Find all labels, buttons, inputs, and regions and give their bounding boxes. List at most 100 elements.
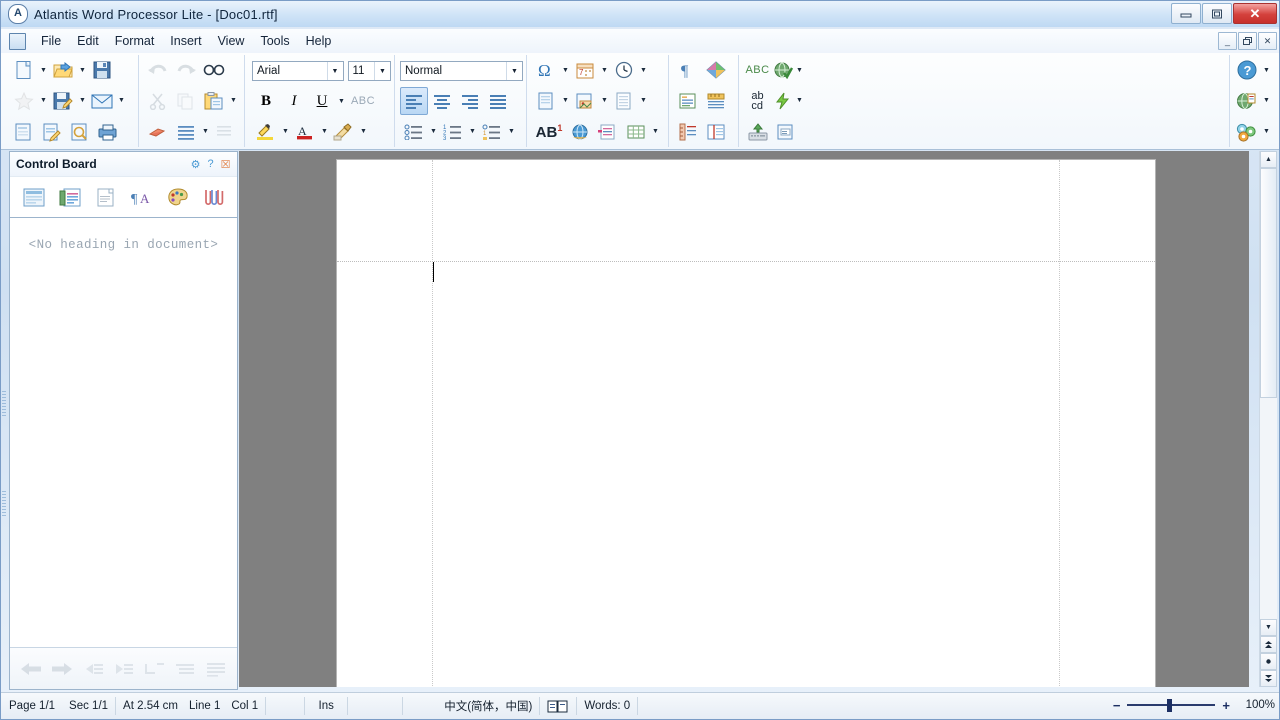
cb-tab-palette[interactable]: [165, 184, 191, 210]
numbered-list-button[interactable]: 123: [439, 118, 467, 146]
menu-item-insert[interactable]: Insert: [162, 31, 209, 51]
translate-dropdown[interactable]: ▼: [795, 57, 804, 83]
color-scheme-button[interactable]: [702, 56, 730, 84]
insert-symbol-dropdown[interactable]: ▼: [560, 57, 571, 83]
strikethrough-button[interactable]: ABC: [347, 87, 379, 115]
document-properties-button[interactable]: [772, 118, 800, 146]
redo-button[interactable]: [172, 56, 200, 84]
cb-tab-styles[interactable]: ¶A: [129, 184, 155, 210]
gear-icon[interactable]: [1233, 118, 1261, 146]
menu-item-view[interactable]: View: [210, 31, 253, 51]
close-icon[interactable]: ☒: [218, 157, 233, 172]
multilevel-list-dropdown[interactable]: ▼: [506, 119, 517, 145]
zoom-out-button[interactable]: −: [1113, 698, 1121, 713]
zoom-slider-thumb[interactable]: [1167, 699, 1172, 712]
web-resources-icon[interactable]: [1233, 87, 1261, 115]
insert-table-dropdown[interactable]: ▼: [650, 119, 661, 145]
save-button[interactable]: [88, 56, 116, 84]
cb-tab-documents[interactable]: [57, 184, 83, 210]
next-page-button[interactable]: [1260, 670, 1277, 687]
help-icon[interactable]: ?: [203, 157, 218, 172]
zoom-slider[interactable]: [1127, 697, 1215, 713]
insert-table-button[interactable]: [622, 118, 650, 146]
favorites-dropdown[interactable]: ▼: [38, 88, 49, 114]
cut-button[interactable]: [144, 87, 172, 115]
cb-tab-page[interactable]: [93, 184, 119, 210]
vertical-ruler-button[interactable]: [674, 118, 702, 146]
insert-text-block-dropdown[interactable]: ▼: [638, 88, 649, 114]
highlight-color-dropdown[interactable]: ▼: [280, 119, 291, 145]
chevron-down-icon[interactable]: ▼: [327, 62, 343, 80]
menu-item-help[interactable]: Help: [298, 31, 340, 51]
find-replace-button[interactable]: abcd: [744, 87, 771, 115]
show-document-map-button[interactable]: [674, 87, 702, 115]
select-browse-object-button[interactable]: [1260, 653, 1277, 670]
mdi-close-button[interactable]: ✕: [1258, 32, 1277, 50]
align-right-button[interactable]: [456, 87, 484, 115]
line-spacing-button[interactable]: [172, 118, 200, 146]
promote-heading-button[interactable]: [81, 657, 105, 681]
close-button[interactable]: ✕: [1233, 3, 1277, 24]
new-document-dropdown[interactable]: ▼: [38, 57, 49, 83]
document-icon[interactable]: [9, 33, 26, 50]
menu-item-file[interactable]: File: [33, 31, 69, 51]
format-painter-dropdown[interactable]: ▼: [358, 119, 369, 145]
underline-dropdown[interactable]: ▼: [336, 88, 347, 114]
show-formatting-marks-button[interactable]: ¶: [674, 56, 702, 84]
autocorrect-button[interactable]: [771, 87, 795, 115]
open-file-dropdown[interactable]: ▼: [77, 57, 88, 83]
insert-image-dropdown[interactable]: ▼: [599, 88, 610, 114]
save-as-dropdown[interactable]: ▼: [77, 88, 88, 114]
show-level-button[interactable]: [173, 657, 197, 681]
chevron-down-icon[interactable]: ▼: [374, 62, 390, 80]
print-button[interactable]: [94, 118, 122, 146]
web-resources-dropdown[interactable]: ▼: [1261, 88, 1272, 114]
spell-check-button[interactable]: ABC: [744, 56, 771, 84]
gear-icon[interactable]: ⚙: [188, 157, 203, 172]
align-justify-button[interactable]: [484, 87, 512, 115]
mdi-restore-button[interactable]: [1238, 32, 1257, 50]
insert-page-break-dropdown[interactable]: ▼: [560, 88, 571, 114]
show-all-levels-button[interactable]: [204, 657, 228, 681]
align-left-button[interactable]: [400, 87, 428, 115]
shortcut-keys-button[interactable]: [744, 118, 772, 146]
nav-back-button[interactable]: [19, 657, 43, 681]
edit-document-button[interactable]: [38, 118, 66, 146]
italic-button[interactable]: I: [280, 87, 308, 115]
paste-dropdown[interactable]: ▼: [228, 88, 239, 114]
zoom-in-button[interactable]: +: [1222, 698, 1230, 713]
insert-symbol-button[interactable]: Ω: [532, 56, 560, 84]
copy-button[interactable]: [172, 87, 200, 115]
cb-tab-headings[interactable]: [21, 184, 47, 210]
paragraph-spacing-button[interactable]: [211, 118, 239, 146]
split-view-button[interactable]: [702, 118, 730, 146]
chevron-down-icon[interactable]: ▼: [506, 62, 522, 80]
status-proofing-icon[interactable]: [540, 697, 577, 715]
multilevel-list-button[interactable]: 1: [478, 118, 506, 146]
send-mail-button[interactable]: [88, 87, 116, 115]
collapse-outline-button[interactable]: [142, 657, 166, 681]
nav-forward-button[interactable]: [50, 657, 74, 681]
underline-button[interactable]: U: [308, 87, 336, 115]
document-page[interactable]: [336, 159, 1156, 687]
find-button[interactable]: [200, 56, 228, 84]
demote-heading-button[interactable]: [111, 657, 135, 681]
font-size-select[interactable]: 11 ▼: [348, 61, 391, 81]
insert-time-dropdown[interactable]: ▼: [638, 57, 649, 83]
line-spacing-dropdown[interactable]: ▼: [200, 119, 211, 145]
favorites-button[interactable]: [10, 87, 38, 115]
highlight-color-button[interactable]: [252, 118, 280, 146]
insert-text-block-button[interactable]: [610, 87, 638, 115]
help-dropdown[interactable]: ▼: [1261, 57, 1272, 83]
superscript-button[interactable]: AB1: [532, 118, 566, 146]
status-language[interactable]: 中文(简体，中国): [437, 697, 540, 715]
save-as-button[interactable]: [49, 87, 77, 115]
translate-button[interactable]: [771, 56, 795, 84]
insert-date-button[interactable]: 7: [571, 56, 599, 84]
print-preview-button[interactable]: [66, 118, 94, 146]
font-name-select[interactable]: Arial ▼: [252, 61, 344, 81]
menu-item-edit[interactable]: Edit: [69, 31, 107, 51]
scroll-down-button[interactable]: ▼: [1260, 619, 1277, 636]
font-color-dropdown[interactable]: ▼: [319, 119, 330, 145]
undo-button[interactable]: [144, 56, 172, 84]
